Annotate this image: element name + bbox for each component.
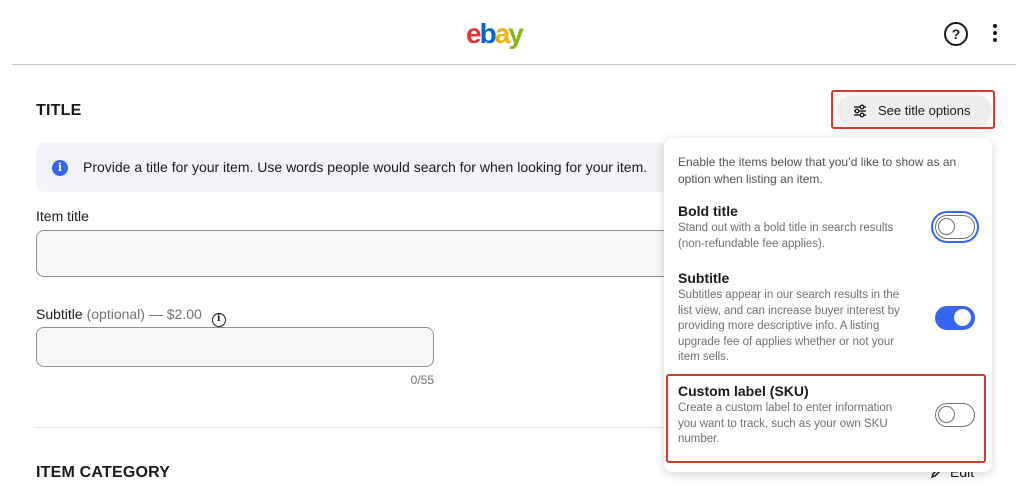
panel-intro-text: Enable the items below that you’d like t…	[678, 155, 957, 186]
info-icon: i	[52, 160, 68, 176]
bold-title-option-label: Bold title	[678, 203, 738, 219]
subtitle-toggle[interactable]	[935, 306, 975, 330]
toggle-knob	[954, 309, 971, 326]
bold-title-option-description: Stand out with a bold title in search re…	[678, 222, 894, 250]
bold-title-toggle[interactable]	[935, 215, 975, 239]
toggle-knob	[938, 218, 955, 235]
subtitle-optional-fee: (optional) — $2.00	[86, 306, 202, 322]
more-options-icon[interactable]	[986, 22, 1004, 46]
subtitle-char-counter: 0/55	[410, 373, 434, 387]
title-info-text: Provide a title for your item. Use words…	[83, 159, 648, 175]
custom-label-highlight	[666, 374, 986, 463]
item-title-label: Item title	[36, 208, 89, 224]
ebay-logo[interactable]: ebay	[466, 17, 524, 51]
subtitle-label: Subtitle	[36, 306, 83, 322]
subtitle-input[interactable]	[36, 327, 434, 367]
see-title-options-highlight	[831, 90, 995, 129]
top-header: ebay ?	[0, 0, 1024, 66]
subtitle-label-row: Subtitle (optional) — $2.00 i	[36, 306, 226, 327]
help-icon[interactable]: ?	[944, 22, 968, 46]
item-category-heading: ITEM CATEGORY	[36, 464, 171, 481]
item-title-input[interactable]	[36, 230, 696, 277]
subtitle-option-label: Subtitle	[678, 270, 730, 286]
title-section-heading: TITLE	[36, 102, 82, 119]
title-info-banner: i Provide a title for your item. Use wor…	[36, 143, 696, 192]
subtitle-info-icon[interactable]: i	[211, 313, 226, 327]
section-divider	[36, 427, 666, 428]
subtitle-option-description: Subtitles appear in our search results i…	[678, 289, 900, 363]
header-divider	[12, 64, 1016, 65]
